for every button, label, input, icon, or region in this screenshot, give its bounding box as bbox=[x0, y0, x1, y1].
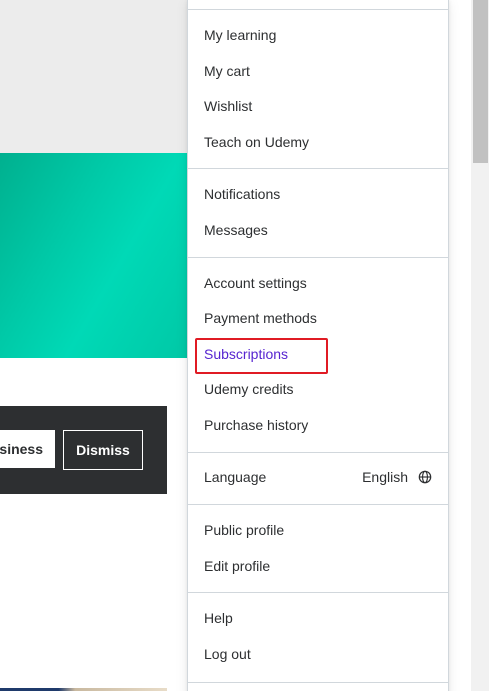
menu-item-language[interactable]: Language English bbox=[204, 468, 432, 486]
menu-divider bbox=[188, 682, 448, 683]
menu-item-messages[interactable]: Messages bbox=[204, 221, 268, 239]
menu-divider bbox=[188, 168, 448, 169]
udemy-business-button[interactable]: Business bbox=[0, 430, 55, 468]
menu-item-my-cart[interactable]: My cart bbox=[204, 62, 250, 80]
menu-item-log-out[interactable]: Log out bbox=[204, 645, 251, 663]
menu-item-public-profile[interactable]: Public profile bbox=[204, 521, 284, 539]
menu-item-udemy-credits[interactable]: Udemy credits bbox=[204, 380, 293, 398]
hero-banner-image bbox=[0, 153, 188, 358]
globe-icon bbox=[418, 470, 432, 484]
menu-item-wishlist[interactable]: Wishlist bbox=[204, 97, 252, 115]
menu-divider bbox=[188, 9, 448, 10]
menu-divider bbox=[188, 592, 448, 593]
menu-divider bbox=[188, 504, 448, 505]
menu-item-account-settings[interactable]: Account settings bbox=[204, 274, 307, 292]
language-value: English bbox=[362, 469, 408, 485]
scrollbar-thumb[interactable] bbox=[473, 0, 488, 163]
menu-item-help[interactable]: Help bbox=[204, 609, 233, 627]
menu-item-payment-methods[interactable]: Payment methods bbox=[204, 309, 317, 327]
user-dropdown-menu: My learning My cart Wishlist Teach on Ud… bbox=[187, 0, 449, 691]
dismiss-button[interactable]: Dismiss bbox=[63, 430, 143, 470]
language-label: Language bbox=[204, 469, 267, 485]
menu-item-edit-profile[interactable]: Edit profile bbox=[204, 557, 270, 575]
menu-divider bbox=[188, 452, 448, 453]
menu-divider bbox=[188, 257, 448, 258]
menu-item-subscriptions[interactable]: Subscriptions bbox=[204, 345, 288, 363]
menu-item-notifications[interactable]: Notifications bbox=[204, 185, 280, 203]
menu-item-my-learning[interactable]: My learning bbox=[204, 26, 276, 44]
screen: Business Dismiss My learning My cart Wis… bbox=[0, 0, 489, 691]
menu-item-teach-on-udemy[interactable]: Teach on Udemy bbox=[204, 133, 309, 151]
page-header-area bbox=[0, 0, 188, 153]
menu-item-purchase-history[interactable]: Purchase history bbox=[204, 416, 308, 434]
